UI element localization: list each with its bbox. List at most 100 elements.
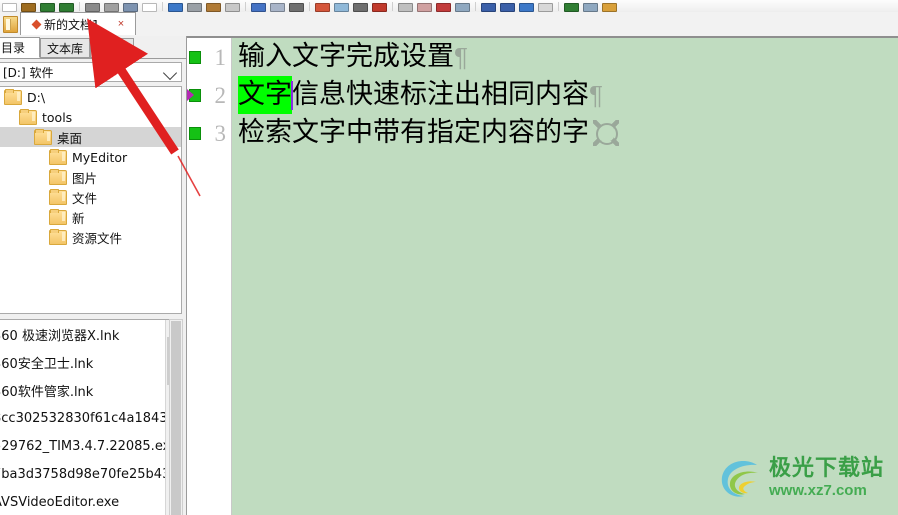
ftp-icon[interactable] [454, 1, 471, 12]
line-number-row[interactable]: 2 [187, 76, 231, 114]
close-icon[interactable]: × [116, 19, 126, 30]
tree-item[interactable]: 新 [0, 207, 181, 227]
tree-item[interactable]: MyEditor [0, 147, 181, 167]
sidebar-tab-directory[interactable]: 目录 [0, 37, 40, 58]
file-list-item[interactable]: AVSVideoEditor.exe [0, 488, 165, 515]
watermark-text: 极光下载站 www.xz7.com [769, 458, 884, 499]
tree-item[interactable]: tools [0, 107, 181, 127]
line-number-gutter[interactable]: 1 2 3 [187, 38, 232, 515]
word-wrap-icon[interactable] [397, 1, 414, 12]
editor-text: 输入文字完成设置 [238, 41, 454, 72]
line-number-row[interactable]: 1 [187, 38, 231, 76]
uncomment-icon[interactable] [537, 1, 554, 12]
highlighted-text: 文字 [238, 76, 292, 114]
file-list-items: 360 极速浏览器X.lnk 360安全卫士.lnk 360软件管家.lnk 8cc3… [0, 320, 165, 515]
save-all-icon-glyph [59, 3, 74, 12]
print-preview-icon[interactable] [103, 1, 120, 12]
settings-icon[interactable] [582, 1, 599, 12]
chevron-down-icon[interactable] [162, 65, 178, 81]
help-icon[interactable] [601, 1, 618, 12]
file-list-item[interactable]: 529762_TIM3.4.7.22085.exe [0, 432, 165, 460]
watermark: 极光下载站 www.xz7.com [717, 455, 884, 501]
tree-item-label: 图片 [72, 170, 98, 186]
file-list[interactable]: 360 极速浏览器X.lnk 360安全卫士.lnk 360软件管家.lnk 8cc3… [0, 319, 182, 515]
folder-icon [49, 208, 67, 225]
comment-icon[interactable] [518, 1, 535, 12]
file-list-item-label: 360 极速浏览器X.lnk [0, 328, 120, 344]
sort-icon-glyph [353, 3, 368, 12]
document-tab-active[interactable]: 新的文档1 × [20, 12, 136, 35]
file-list-item-label: 529762_TIM3.4.7.22085.exe [0, 438, 165, 454]
save-icon[interactable] [39, 1, 56, 12]
document-tab-bar: 新的文档1 × [0, 12, 898, 37]
file-list-item[interactable]: 360软件管家.lnk [0, 376, 165, 404]
redo-icon[interactable] [205, 1, 222, 12]
indent-icon-glyph [481, 3, 496, 12]
undo-icon-glyph [187, 3, 202, 12]
tree-item[interactable]: 资源文件 [0, 227, 181, 247]
paste-icon[interactable] [167, 1, 184, 12]
toolbar-separator [392, 2, 393, 11]
undo-icon[interactable] [186, 1, 203, 12]
editor-text-lines[interactable]: 输入文字完成设置 ¶ 文字 信息快速标注出相同内容 ¶ 检索文字中带有指定内容的字 [231, 38, 898, 515]
folder-icon [49, 148, 67, 165]
outdent-icon-glyph [500, 3, 515, 12]
indent-icon[interactable] [480, 1, 497, 12]
clear-icon-glyph [225, 3, 240, 12]
print-icon[interactable] [84, 1, 101, 12]
application-window: 新的文档1 × 目录 文本库 函数 [D:] 软件 D:\ tools 桌面 MyEd… [0, 0, 898, 515]
editor-line[interactable]: 输入文字完成设置 ¶ [231, 38, 898, 76]
bookmark-icon[interactable] [314, 1, 331, 12]
compare-icon[interactable] [435, 1, 452, 12]
drive-selector[interactable]: [D:] 软件 [0, 62, 182, 82]
goto-line-icon[interactable] [333, 1, 350, 12]
toolbar-separator [309, 2, 310, 11]
line-number-icon[interactable] [416, 1, 433, 12]
folder-icon [19, 108, 37, 125]
sidebar-tab-text-library[interactable]: 文本库 [40, 38, 90, 58]
run-script-icon-glyph [564, 3, 579, 12]
editor-line[interactable]: 检索文字中带有指定内容的字 [231, 114, 898, 152]
sidebar-outer-scrollbar-thumb[interactable] [171, 321, 181, 515]
open-folder-icon[interactable] [20, 1, 37, 12]
toolbar-separator [245, 2, 246, 11]
uncomment-icon-glyph [538, 3, 553, 12]
line-number-icon-glyph [417, 3, 432, 12]
tree-item[interactable]: 图片 [0, 167, 181, 187]
tree-item[interactable]: D:\ [0, 87, 181, 107]
folder-icon [34, 128, 52, 145]
cut-icon[interactable] [122, 1, 139, 12]
text-editor-area[interactable]: 1 23 输入文字完成设置 ¶ 文字 信息快速标注出相同内容 ¶ 检索文字中带有指定内容的字… [187, 36, 898, 515]
run-script-icon[interactable] [563, 1, 580, 12]
line-number: 1 [214, 44, 227, 70]
diamond-icon [31, 19, 42, 29]
sidebar-tab-functions[interactable]: 函数 [90, 38, 134, 58]
folder-icon [4, 88, 22, 105]
find-icon[interactable] [250, 1, 267, 12]
file-list-item[interactable]: 360 极速浏览器X.lnk [0, 320, 165, 348]
spell-check-icon-glyph [372, 3, 387, 12]
file-list-item[interactable]: 360安全卫士.lnk [0, 348, 165, 376]
tree-item[interactable]: 桌面 [0, 127, 181, 147]
find-next-icon[interactable] [269, 1, 286, 12]
new-file-icon[interactable] [1, 1, 18, 12]
file-list-item-label: 8cc302532830f61c4a1843616 [0, 410, 165, 426]
file-list-item[interactable]: 7ba3d3758d98e70fe25b43a0 [0, 460, 165, 488]
sort-icon[interactable] [352, 1, 369, 12]
file-list-item[interactable]: 8cc302532830f61c4a1843616 [0, 404, 165, 432]
find-next-icon-glyph [270, 3, 285, 12]
clear-icon[interactable] [224, 1, 241, 12]
editor-line[interactable]: 文字 信息快速标注出相同内容 ¶ [231, 76, 898, 114]
replace-icon[interactable] [288, 1, 305, 12]
copy-icon[interactable] [141, 1, 158, 12]
line-number-row[interactable]: 3 [187, 114, 231, 152]
sidebar-outer-scrollbar[interactable] [169, 319, 183, 515]
outdent-icon[interactable] [499, 1, 516, 12]
tree-item[interactable]: 文件 [0, 187, 181, 207]
save-all-icon[interactable] [58, 1, 75, 12]
goto-line-icon-glyph [334, 3, 349, 12]
folder-tree[interactable]: D:\ tools 桌面 MyEditor 图片 文件新资源文件 [0, 86, 182, 314]
document-tab-label: 新的文档1 [44, 17, 100, 32]
spell-check-icon[interactable] [371, 1, 388, 12]
editor-text: 信息快速标注出相同内容 [292, 79, 589, 110]
